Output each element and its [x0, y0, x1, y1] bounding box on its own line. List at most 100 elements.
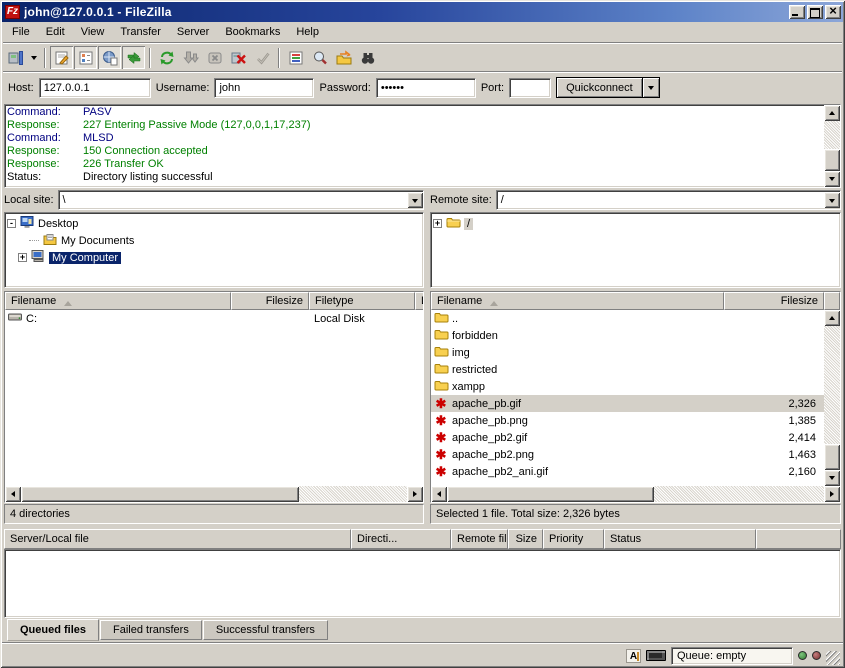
- scroll-right-button[interactable]: [824, 486, 840, 502]
- scroll-down-button[interactable]: [824, 470, 840, 486]
- password-input[interactable]: [377, 79, 475, 97]
- username-input[interactable]: [215, 79, 313, 97]
- message-log[interactable]: Command:PASV Response:227 Entering Passi…: [5, 105, 824, 187]
- file-name: apache_pb2.png: [452, 449, 534, 461]
- minimize-button[interactable]: [789, 5, 805, 19]
- file-size: 1,385: [724, 415, 824, 427]
- scroll-left-button[interactable]: [5, 486, 21, 502]
- scroll-right-button[interactable]: [407, 486, 423, 502]
- synchronized-browsing-button[interactable]: [332, 46, 355, 69]
- column-header-filetype[interactable]: Filetype: [309, 292, 415, 310]
- site-manager-button[interactable]: [4, 46, 27, 69]
- file-search-button[interactable]: [308, 46, 331, 69]
- scroll-thumb[interactable]: [447, 486, 654, 502]
- column-header-status[interactable]: Status: [604, 529, 756, 549]
- remote-file-row[interactable]: ✱apache_pb2.gif2,414: [431, 429, 824, 446]
- menu-view[interactable]: View: [73, 24, 113, 40]
- local-site-combobox[interactable]: \: [58, 190, 424, 210]
- reconnect-button[interactable]: [251, 46, 274, 69]
- collapse-icon[interactable]: -: [7, 219, 16, 228]
- tree-item-desktop[interactable]: - Desktop: [7, 215, 422, 232]
- remote-file-row[interactable]: xampp: [431, 378, 824, 395]
- remote-file-row-selected[interactable]: ✱apache_pb.gif2,326: [431, 395, 824, 412]
- cancel-button[interactable]: [203, 46, 226, 69]
- remote-list-body[interactable]: .. forbidden img restricted xampp ✱apach…: [431, 310, 840, 486]
- remote-site-dropdown-button[interactable]: [824, 192, 840, 208]
- local-file-row[interactable]: C: Local Disk: [5, 310, 423, 327]
- quickconnect-dropdown[interactable]: [643, 77, 660, 98]
- disconnect-button[interactable]: [227, 46, 250, 69]
- quickconnect-button[interactable]: Quickconnect: [556, 77, 643, 98]
- column-header-last-modified[interactable]: L: [415, 292, 423, 310]
- column-header-filename[interactable]: Filename: [5, 292, 231, 310]
- remote-file-row[interactable]: ✱apache_pb2.png1,463: [431, 446, 824, 463]
- remote-file-row[interactable]: img: [431, 344, 824, 361]
- queue-body[interactable]: [4, 549, 841, 618]
- toggle-remote-tree-button[interactable]: [98, 46, 121, 69]
- column-header-server-local-file[interactable]: Server/Local file: [4, 529, 351, 549]
- menu-edit[interactable]: Edit: [38, 24, 73, 40]
- tab-successful-transfers[interactable]: Successful transfers: [203, 620, 328, 640]
- remote-file-row[interactable]: ..: [431, 310, 824, 327]
- scroll-thumb[interactable]: [824, 149, 840, 171]
- expand-icon[interactable]: +: [18, 253, 27, 262]
- column-header-filename[interactable]: Filename: [431, 292, 724, 310]
- toggle-local-tree-button[interactable]: [74, 46, 97, 69]
- directory-filter-button[interactable]: [284, 46, 307, 69]
- scroll-up-button[interactable]: [824, 310, 840, 326]
- tab-queued-files[interactable]: Queued files: [7, 619, 99, 641]
- scroll-left-button[interactable]: [431, 486, 447, 502]
- refresh-button[interactable]: [155, 46, 178, 69]
- column-header-filesize[interactable]: Filesize: [231, 292, 309, 310]
- chevron-down-icon: [648, 86, 654, 93]
- remote-tree[interactable]: + /: [430, 212, 841, 288]
- expand-icon[interactable]: +: [433, 219, 442, 228]
- scroll-track[interactable]: [447, 486, 824, 502]
- port-input[interactable]: [510, 79, 550, 97]
- scroll-down-button[interactable]: [824, 171, 840, 187]
- remote-vertical-scrollbar[interactable]: [824, 310, 840, 486]
- process-queue-button[interactable]: [179, 46, 202, 69]
- remote-file-row[interactable]: restricted: [431, 361, 824, 378]
- remote-site-combobox[interactable]: /: [496, 190, 841, 210]
- tree-item-my-computer[interactable]: + My Computer: [7, 249, 422, 266]
- local-site-dropdown-button[interactable]: [407, 192, 423, 208]
- toggle-message-log-button[interactable]: [50, 46, 73, 69]
- menu-server[interactable]: Server: [169, 24, 217, 40]
- scroll-track[interactable]: [824, 326, 840, 470]
- remote-file-row[interactable]: ✱apache_pb.png1,385: [431, 412, 824, 429]
- menu-transfer[interactable]: Transfer: [112, 24, 169, 40]
- column-header-priority[interactable]: Priority: [543, 529, 604, 549]
- menu-bookmarks[interactable]: Bookmarks: [217, 24, 288, 40]
- menu-file[interactable]: File: [4, 24, 38, 40]
- scroll-up-button[interactable]: [824, 105, 840, 121]
- tree-item-root[interactable]: + /: [433, 215, 839, 232]
- scroll-track[interactable]: [21, 486, 407, 502]
- local-tree[interactable]: - Desktop My Documents + My Computer: [4, 212, 424, 288]
- log-row: Command:MLSD: [7, 132, 824, 145]
- remote-file-row[interactable]: ✱apache_pb2_ani.gif2,160: [431, 463, 824, 480]
- maximize-button[interactable]: [807, 5, 823, 19]
- column-header-filesize[interactable]: Filesize: [724, 292, 824, 310]
- column-header-size[interactable]: Size: [508, 529, 543, 549]
- log-scrollbar[interactable]: [824, 105, 840, 187]
- tab-failed-transfers[interactable]: Failed transfers: [100, 620, 202, 640]
- column-header-remote-file[interactable]: Remote file: [451, 529, 508, 549]
- title-bar[interactable]: Fz john@127.0.0.1 - FileZilla: [2, 2, 843, 22]
- scroll-thumb[interactable]: [824, 444, 840, 470]
- scroll-thumb[interactable]: [21, 486, 299, 502]
- column-header-direction[interactable]: Directi...: [351, 529, 451, 549]
- toggle-transfer-queue-button[interactable]: [122, 46, 145, 69]
- scroll-track[interactable]: [824, 121, 840, 171]
- host-input[interactable]: [40, 79, 150, 97]
- menu-help[interactable]: Help: [288, 24, 327, 40]
- site-manager-dropdown[interactable]: [28, 46, 40, 69]
- remote-horizontal-scrollbar[interactable]: [431, 486, 840, 502]
- directory-comparison-button[interactable]: [356, 46, 379, 69]
- resize-grip[interactable]: [826, 651, 840, 665]
- local-list-body[interactable]: C: Local Disk: [5, 310, 423, 486]
- remote-file-row[interactable]: forbidden: [431, 327, 824, 344]
- close-button[interactable]: [825, 5, 841, 19]
- local-horizontal-scrollbar[interactable]: [5, 486, 423, 502]
- tree-item-my-documents[interactable]: My Documents: [7, 232, 422, 249]
